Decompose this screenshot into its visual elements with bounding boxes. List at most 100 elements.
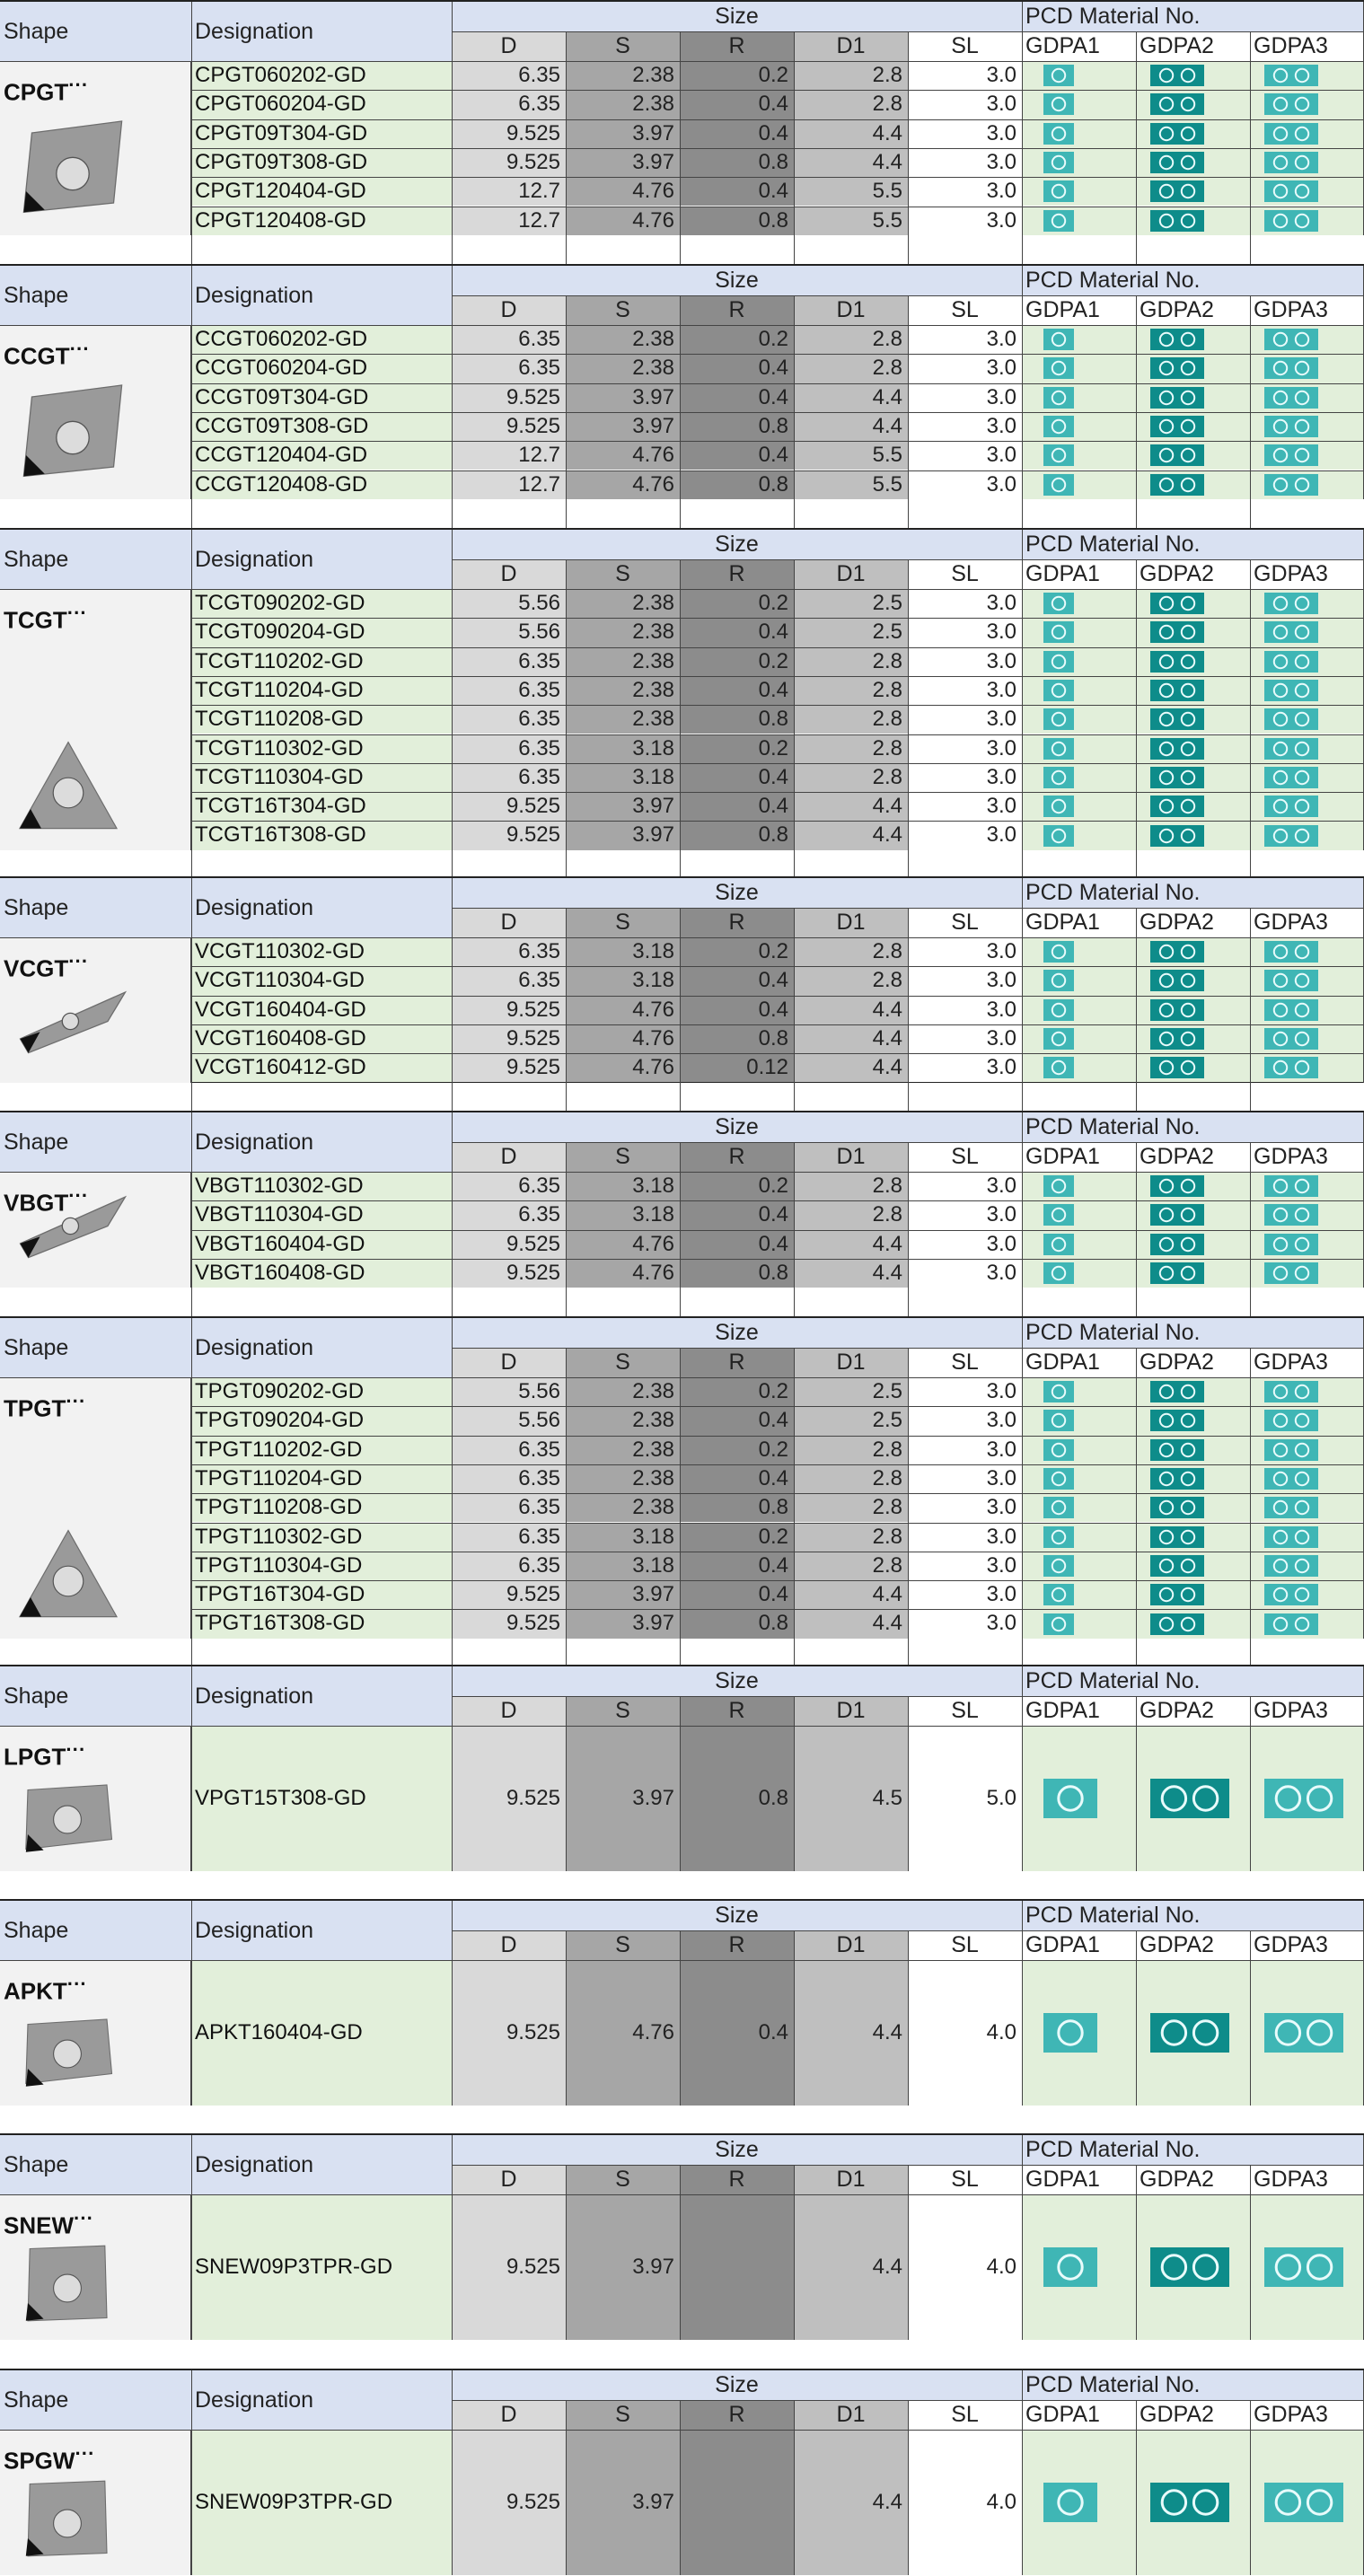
designation-cell: CPGT060204-GD — [191, 90, 452, 119]
material-header-gdpa1: GDPA1 — [1022, 1348, 1136, 1377]
designation-cell: SNEW09P3TPR-GD — [191, 2194, 452, 2340]
material-header-gdpa3: GDPA3 — [1250, 31, 1364, 61]
value-sl: 3.0 — [908, 119, 1022, 148]
value-d: 9.525 — [452, 119, 566, 148]
material-header-gdpa3: GDPA3 — [1250, 1348, 1364, 1377]
value-sl: 3.0 — [908, 1609, 1022, 1639]
material-cell-gdpa2 — [1136, 1024, 1250, 1054]
value-s: 4.76 — [566, 1053, 680, 1083]
value-s: 2.38 — [566, 646, 680, 676]
shape-cell: TCGT··· — [0, 589, 191, 850]
value-sl: 3.0 — [908, 147, 1022, 178]
material-cell-gdpa2 — [1136, 354, 1250, 383]
material-cell-gdpa1 — [1022, 325, 1136, 355]
value-s: 2.38 — [566, 325, 680, 355]
value-d: 9.525 — [452, 1609, 566, 1639]
material-cell-gdpa2 — [1136, 1960, 1250, 2106]
spec-table: Shape Designation Size PCD Material No. D S R D… — [0, 264, 1364, 499]
column-divider — [1136, 31, 1137, 235]
designation-cell: SNEW09P3TPR-GD — [191, 2430, 452, 2575]
designation-cell: TCGT110302-GD — [191, 734, 452, 763]
value-s: 3.97 — [566, 382, 680, 412]
row-divider — [191, 1493, 1364, 1495]
material-cell-gdpa3 — [1250, 119, 1364, 148]
value-sl: 3.0 — [908, 1229, 1022, 1259]
pcd-tip-icon — [1043, 941, 1074, 966]
pcd-tip-icon — [1150, 1554, 1204, 1580]
pcd-tip-icon — [1043, 2483, 1097, 2527]
col-header-sl: SL — [908, 908, 1022, 937]
material-cell-gdpa1 — [1022, 1493, 1136, 1523]
value-d1: 4.4 — [794, 147, 908, 178]
triangle-insert-icon — [14, 734, 122, 846]
value-r: 0.4 — [680, 1551, 794, 1581]
column-divider — [566, 2165, 567, 2340]
value-s: 4.76 — [566, 206, 680, 235]
spacer-divider — [1250, 234, 1251, 264]
column-divider — [908, 1142, 909, 1288]
material-cell-gdpa1 — [1022, 675, 1136, 706]
material-cell-gdpa3 — [1250, 1435, 1364, 1464]
value-d1: 2.8 — [794, 675, 908, 706]
value-s: 3.97 — [566, 119, 680, 148]
material-cell-gdpa3 — [1250, 995, 1364, 1024]
pcd-tip-icon — [1150, 1584, 1204, 1609]
value-d: 9.525 — [452, 1024, 566, 1054]
material-cell-gdpa2 — [1136, 90, 1250, 119]
column-divider — [1136, 295, 1137, 499]
value-sl: 3.0 — [908, 1493, 1022, 1523]
spacer-divider — [794, 1082, 795, 1111]
pcd-tip-icon — [1264, 766, 1318, 792]
material-cell-gdpa2 — [1136, 1726, 1250, 1871]
column-divider — [566, 2400, 567, 2575]
pcd-tip-icon — [1150, 473, 1204, 499]
value-r: 0.4 — [680, 1960, 794, 2106]
row-divider — [191, 1435, 1364, 1437]
value-s: 3.18 — [566, 734, 680, 763]
pcd-tip-icon — [1264, 2013, 1343, 2057]
column-divider — [1022, 1666, 1023, 1871]
pcd-tip-icon — [1150, 650, 1204, 676]
material-header-gdpa1: GDPA1 — [1022, 295, 1136, 325]
value-sl: 3.0 — [908, 1172, 1022, 1201]
pcd-tip-icon — [1264, 152, 1318, 177]
value-s: 2.38 — [566, 705, 680, 734]
pcd-tip-icon — [1264, 680, 1318, 705]
pcd-tip-icon — [1264, 1525, 1318, 1552]
column-divider — [566, 908, 567, 1083]
row-divider — [191, 618, 1364, 620]
column-divider — [908, 1930, 909, 2106]
spacer-divider — [1136, 849, 1137, 876]
designation-cell: TPGT16T304-GD — [191, 1580, 452, 1610]
value-s: 4.76 — [566, 470, 680, 499]
column-divider — [1250, 2165, 1251, 2340]
value-sl: 3.0 — [908, 206, 1022, 235]
pcd-tip-icon — [1043, 593, 1074, 618]
pcd-material-header: PCD Material No. — [1022, 530, 1364, 559]
value-sl: 3.0 — [908, 646, 1022, 676]
material-cell-gdpa3 — [1250, 177, 1364, 207]
value-d: 5.56 — [452, 1406, 566, 1436]
column-divider — [680, 31, 681, 235]
pcd-tip-icon — [1264, 65, 1318, 90]
value-r: 0.2 — [680, 1377, 794, 1407]
triangle-insert-icon — [14, 1522, 122, 1634]
pcd-tip-icon — [1043, 2247, 1097, 2291]
value-d: 9.525 — [452, 382, 566, 412]
value-s: 3.97 — [566, 147, 680, 178]
value-s: 3.97 — [566, 2194, 680, 2340]
material-cell-gdpa3 — [1250, 206, 1364, 235]
pcd-tip-icon — [1264, 1554, 1318, 1580]
value-d: 9.525 — [452, 1960, 566, 2106]
pcd-tip-icon — [1150, 941, 1204, 966]
material-cell-gdpa2 — [1136, 1258, 1250, 1288]
col-header-d1: D1 — [794, 1142, 908, 1172]
material-cell-gdpa1 — [1022, 821, 1136, 850]
spec-table: Shape Designation Size PCD Material No. D S R D… — [0, 1111, 1364, 1288]
value-s: 3.18 — [566, 937, 680, 967]
column-divider — [452, 2135, 453, 2340]
value-sl: 3.0 — [908, 821, 1022, 850]
designation-header: Designation — [191, 530, 452, 589]
pcd-tip-icon — [1150, 796, 1204, 821]
pcd-tip-icon — [1150, 766, 1204, 792]
